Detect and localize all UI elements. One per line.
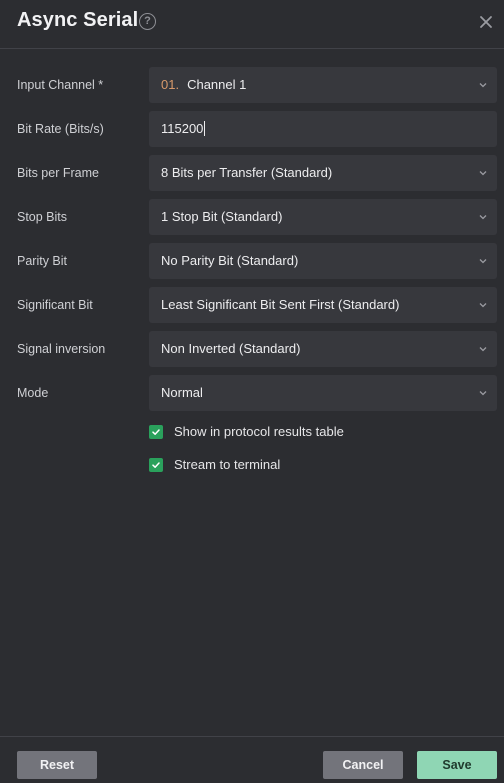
chevron-down-icon bbox=[479, 347, 487, 352]
signal-inversion-label: Signal inversion bbox=[17, 342, 106, 356]
input-channel-label: Input Channel * bbox=[17, 78, 104, 92]
input-channel-value: Channel 1 bbox=[187, 77, 247, 92]
mode-value: Normal bbox=[161, 385, 203, 400]
bits-per-frame-select[interactable]: 8 Bits per Transfer (Standard) bbox=[149, 155, 497, 191]
bit-rate-input[interactable]: 115200 bbox=[149, 111, 497, 147]
chevron-down-icon bbox=[479, 171, 487, 176]
dialog-header: Async Serial ? bbox=[0, 0, 504, 49]
close-icon-glyph bbox=[480, 16, 492, 28]
checkmark-icon bbox=[152, 462, 160, 468]
parity-bit-label: Parity Bit bbox=[17, 254, 68, 268]
stop-bits-value: 1 Stop Bit (Standard) bbox=[161, 209, 283, 224]
chevron-down-icon bbox=[479, 303, 487, 308]
chevron-down-icon bbox=[479, 215, 487, 220]
bit-rate-label: Bit Rate (Bits/s) bbox=[17, 122, 104, 136]
text-caret bbox=[204, 121, 206, 137]
bit-rate-value: 115200 bbox=[161, 121, 204, 136]
stop-bits-label: Stop Bits bbox=[17, 210, 68, 224]
show-in-results-label: Show in protocol results table bbox=[174, 424, 344, 439]
chevron-down-icon bbox=[479, 391, 487, 396]
signal-inversion-row: Signal inversion Non Inverted (Standard) bbox=[0, 331, 504, 367]
significant-bit-label: Significant Bit bbox=[17, 298, 93, 312]
stop-bits-select[interactable]: 1 Stop Bit (Standard) bbox=[149, 199, 497, 235]
bit-rate-row: Bit Rate (Bits/s) 115200 bbox=[0, 111, 504, 147]
chevron-down-icon bbox=[479, 259, 487, 264]
signal-inversion-select[interactable]: Non Inverted (Standard) bbox=[149, 331, 497, 367]
show-in-results-checkbox[interactable] bbox=[149, 425, 163, 439]
question-circle-icon[interactable]: ? bbox=[139, 13, 156, 30]
bits-per-frame-value: 8 Bits per Transfer (Standard) bbox=[161, 165, 333, 180]
significant-bit-value: Least Significant Bit Sent First (Standa… bbox=[161, 297, 400, 312]
dialog-title: Async Serial bbox=[17, 9, 139, 31]
mode-row: Mode Normal bbox=[0, 375, 504, 411]
parity-bit-row: Parity Bit No Parity Bit (Standard) bbox=[0, 243, 504, 279]
save-button[interactable]: Save bbox=[417, 751, 497, 779]
parity-bit-select[interactable]: No Parity Bit (Standard) bbox=[149, 243, 497, 279]
mode-label: Mode bbox=[17, 386, 49, 400]
significant-bit-row: Significant Bit Least Significant Bit Se… bbox=[0, 287, 504, 323]
stream-to-terminal-checkbox[interactable] bbox=[149, 458, 163, 472]
close-icon[interactable] bbox=[478, 14, 494, 30]
bits-per-frame-label: Bits per Frame bbox=[17, 166, 99, 180]
significant-bit-select[interactable]: Least Significant Bit Sent First (Standa… bbox=[149, 287, 497, 323]
input-channel-row: Input Channel * 01. Channel 1 bbox=[0, 67, 504, 103]
bit-rate-value-wrap: 115200 bbox=[161, 111, 206, 147]
stop-bits-row: Stop Bits 1 Stop Bit (Standard) bbox=[0, 199, 504, 235]
channel-number-prefix: 01. bbox=[161, 77, 180, 92]
async-serial-dialog: Async Serial ? Input Channel * 01. Channe… bbox=[0, 0, 504, 783]
input-channel-value-wrap: 01. Channel 1 bbox=[161, 67, 246, 103]
cancel-button[interactable]: Cancel bbox=[323, 751, 403, 779]
dialog-footer: Reset Cancel Save bbox=[0, 736, 504, 783]
input-channel-select[interactable]: 01. Channel 1 bbox=[149, 67, 497, 103]
signal-inversion-value: Non Inverted (Standard) bbox=[161, 341, 301, 356]
bits-per-frame-row: Bits per Frame 8 Bits per Transfer (Stan… bbox=[0, 155, 504, 191]
checkmark-icon bbox=[152, 429, 160, 435]
parity-bit-value: No Parity Bit (Standard) bbox=[161, 253, 299, 268]
mode-select[interactable]: Normal bbox=[149, 375, 497, 411]
chevron-down-icon bbox=[479, 83, 487, 88]
stream-to-terminal-label: Stream to terminal bbox=[174, 457, 281, 472]
reset-button[interactable]: Reset bbox=[17, 751, 97, 779]
